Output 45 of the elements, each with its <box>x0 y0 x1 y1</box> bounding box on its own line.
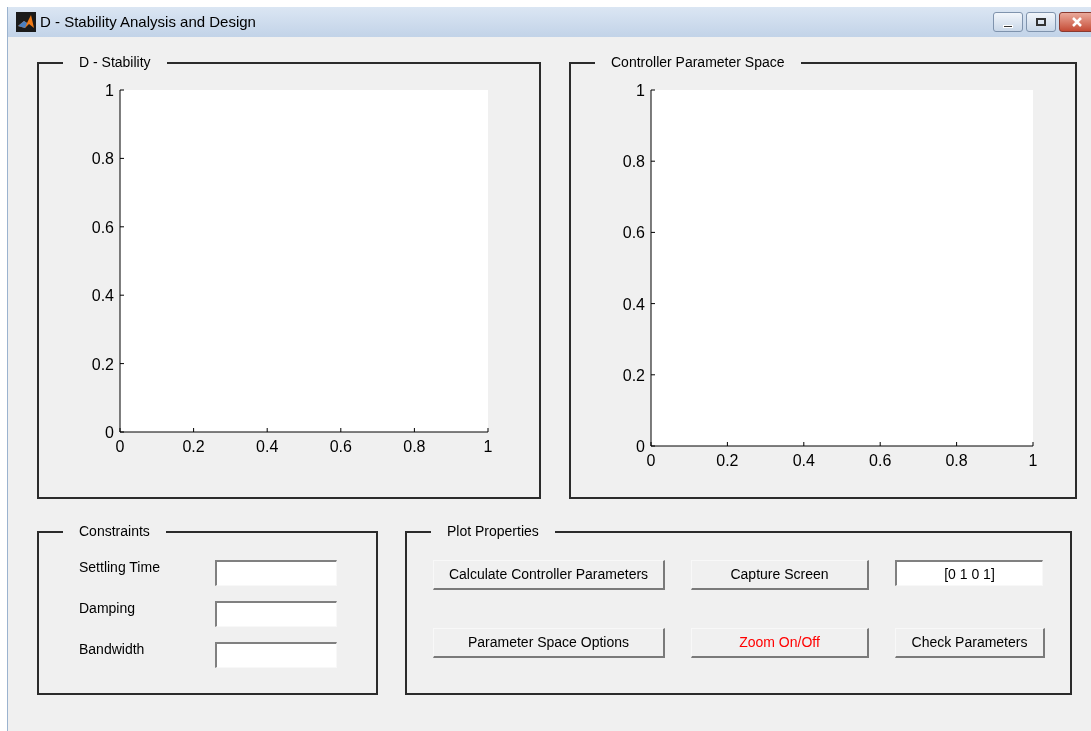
y-tick-label: 0.2 <box>91 355 114 373</box>
input-field[interactable] <box>215 601 337 627</box>
action-button[interactable]: Calculate Controller Parameters <box>433 560 665 590</box>
y-tick-label: 0.6 <box>91 218 114 236</box>
y-tick-label: 1 <box>636 82 645 99</box>
maximize-button[interactable] <box>1026 12 1056 32</box>
x-tick-label: 0.4 <box>792 452 815 469</box>
input-field[interactable] <box>215 560 337 586</box>
y-tick-label: 0.6 <box>622 224 645 242</box>
action-button[interactable]: Zoom On/Off <box>691 628 869 658</box>
y-tick-label: 0.8 <box>622 153 645 171</box>
app-logo-icon <box>16 12 36 32</box>
field-label: Bandwidth <box>79 639 146 659</box>
x-tick-label: 1 <box>483 438 493 455</box>
field-label: Settling Time <box>79 557 161 577</box>
action-button[interactable]: Parameter Space Options <box>433 628 665 658</box>
y-tick-label: 0.4 <box>622 295 645 313</box>
window-title: D - Stability Analysis and Design <box>40 11 256 32</box>
x-tick-label: 0 <box>646 452 656 469</box>
y-tick-label: 1 <box>105 82 114 99</box>
x-tick-label: 0 <box>115 438 125 455</box>
group-title: D - Stability <box>78 53 152 72</box>
x-tick-label: 0.2 <box>182 438 205 455</box>
x-tick-label: 0.8 <box>403 438 426 455</box>
y-tick-label: 0 <box>636 438 645 455</box>
group-title: Plot Properties <box>446 522 540 541</box>
x-tick-label: 0.4 <box>256 438 279 455</box>
x-tick-label: 0.6 <box>869 452 892 469</box>
y-tick-label: 0.4 <box>91 287 114 305</box>
y-tick-label: 0.2 <box>622 366 645 384</box>
x-tick-label: 0.6 <box>329 438 352 455</box>
y-tick-label: 0 <box>105 424 114 441</box>
close-icon <box>1072 17 1082 27</box>
field-label: Damping <box>79 598 137 618</box>
x-tick-label: 1 <box>1028 452 1038 469</box>
action-button[interactable]: Capture Screen <box>691 560 869 590</box>
action-button[interactable]: Check Parameters <box>895 628 1045 658</box>
group-title: Constraints <box>78 522 151 541</box>
close-button[interactable] <box>1059 12 1091 32</box>
input-field[interactable] <box>215 642 337 668</box>
x-tick-label: 0.2 <box>716 452 739 469</box>
group-title: Controller Parameter Space <box>610 53 786 72</box>
axis-limits-field[interactable]: [0 1 0 1] <box>895 560 1043 586</box>
y-tick-label: 0.8 <box>91 150 114 168</box>
x-tick-label: 0.8 <box>945 452 968 469</box>
